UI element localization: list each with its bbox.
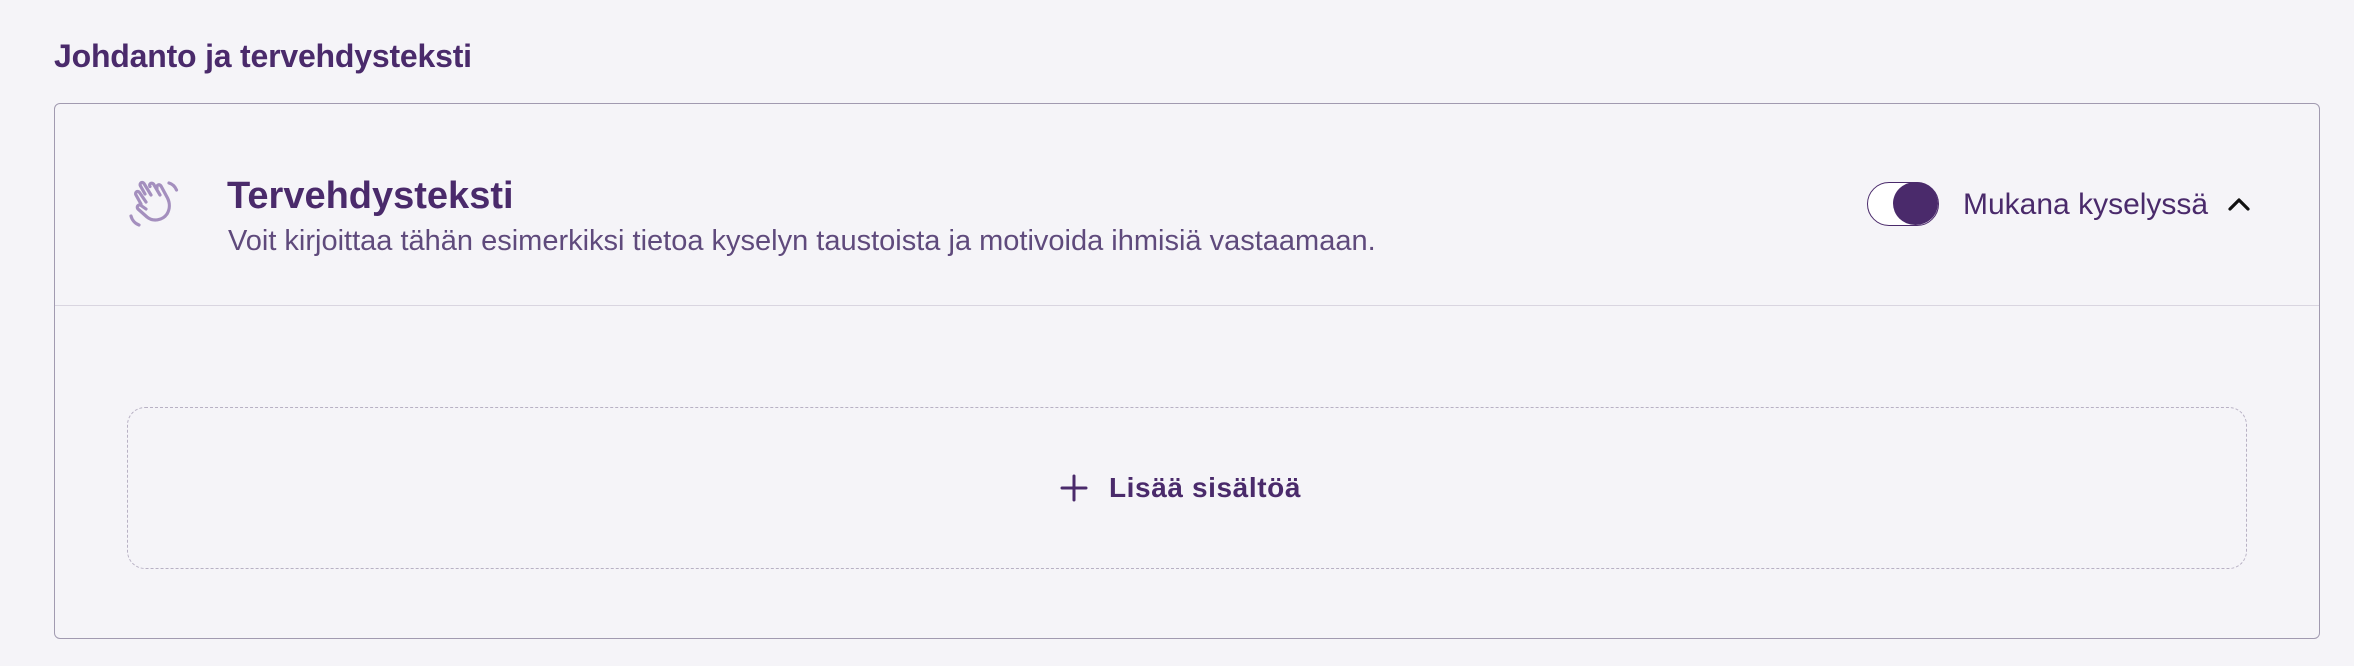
- plus-icon: [1060, 474, 1088, 502]
- include-in-survey-label: Mukana kyselyssä: [1963, 188, 2209, 221]
- add-content-label: Lisää sisältöä: [1108, 472, 1302, 503]
- toggle-knob: [1893, 182, 1938, 225]
- include-in-survey-toggle[interactable]: [1867, 182, 1939, 226]
- add-content-inner: Lisää sisältöä: [128, 408, 2246, 568]
- chevron-up-icon[interactable]: [2223, 188, 2255, 220]
- card-title: Tervehdysteksti: [227, 175, 514, 217]
- waving-hand-icon: [129, 180, 179, 227]
- card-header: Tervehdysteksti Voit kirjoittaa tähän es…: [55, 104, 2319, 306]
- section-heading: Johdanto ja tervehdysteksti: [54, 38, 472, 74]
- card-description: Voit kirjoittaa tähän esimerkiksi tietoa…: [228, 225, 1376, 257]
- greeting-text-card: Tervehdysteksti Voit kirjoittaa tähän es…: [54, 103, 2320, 639]
- add-content-button[interactable]: Lisää sisältöä: [127, 407, 2247, 569]
